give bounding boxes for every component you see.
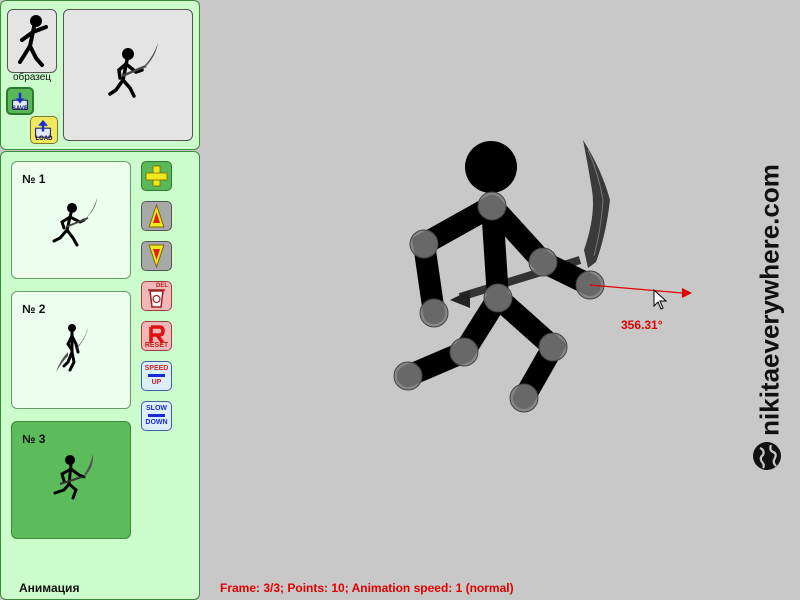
- joint-right-elbow[interactable]: [528, 247, 558, 277]
- frame-card-3[interactable]: № 3: [11, 421, 131, 539]
- joint-left-knee[interactable]: [449, 337, 479, 367]
- mouse-cursor-icon: [653, 288, 668, 310]
- angle-readout: 356.31°: [621, 318, 663, 332]
- frame-label: № 3: [22, 432, 46, 446]
- delete-caption: DEL: [156, 283, 168, 289]
- speed-up-caption-1: SPEED: [144, 365, 169, 372]
- plus-icon: [145, 165, 168, 187]
- slow-down-caption-1: SLOW: [146, 405, 167, 412]
- sample-stickman-thumbnail[interactable]: [7, 9, 57, 73]
- frame-label: № 1: [22, 172, 46, 186]
- reset-caption: RESET: [144, 342, 169, 349]
- top-panel: образец SAVE LOAD: [0, 0, 200, 150]
- rotation-arrow: [589, 284, 692, 298]
- frame-label: № 2: [22, 302, 46, 316]
- speed-up-button[interactable]: SPEED UP: [141, 361, 172, 391]
- joint-right-knee[interactable]: [538, 332, 568, 362]
- speed-up-caption-2: UP: [151, 379, 162, 386]
- joint-left-hand[interactable]: [419, 298, 449, 328]
- editing-canvas[interactable]: [200, 0, 800, 600]
- frame-thumbnail: [52, 198, 97, 247]
- load-button[interactable]: LOAD: [30, 116, 58, 144]
- add-frame-button[interactable]: [141, 161, 172, 191]
- joint-hip[interactable]: [483, 283, 513, 313]
- walking-stickman-icon: [18, 15, 48, 67]
- triangle-up-icon: [148, 203, 165, 228]
- animation-preview: [63, 9, 193, 141]
- stickman-head[interactable]: [465, 141, 517, 193]
- animation-panel-title: Анимация: [19, 581, 80, 595]
- joint-neck[interactable]: [477, 191, 507, 221]
- reset-button[interactable]: RESET: [141, 321, 172, 351]
- triangle-down-icon: [148, 244, 165, 269]
- frame-card-2[interactable]: № 2: [11, 291, 131, 409]
- move-frame-up-button[interactable]: [141, 201, 172, 231]
- frame-thumbnail: [53, 454, 94, 500]
- slow-down-caption-2: DOWN: [145, 419, 168, 426]
- save-button[interactable]: SAVE: [6, 87, 34, 115]
- save-label: SAVE: [12, 106, 28, 112]
- frame-thumbnail: [56, 324, 88, 372]
- delete-frame-button[interactable]: DEL: [141, 281, 172, 311]
- sample-label: образец: [12, 72, 52, 83]
- frame-card-1[interactable]: № 1: [11, 161, 131, 279]
- joint-left-elbow[interactable]: [409, 229, 439, 259]
- globe-icon: [753, 442, 781, 470]
- slow-down-button[interactable]: SLOW DOWN: [141, 401, 172, 431]
- joint-right-foot[interactable]: [509, 383, 539, 413]
- preview-stickman-figure: [108, 42, 158, 98]
- move-frame-down-button[interactable]: [141, 241, 172, 271]
- site-watermark: nikitaeverywhere.com: [754, 164, 785, 436]
- load-label: LOAD: [35, 136, 53, 142]
- frames-panel: № 1 № 2 № 3 DEL RESET SPEED UP SLOW DOWN: [0, 151, 200, 600]
- joint-left-foot[interactable]: [393, 361, 423, 391]
